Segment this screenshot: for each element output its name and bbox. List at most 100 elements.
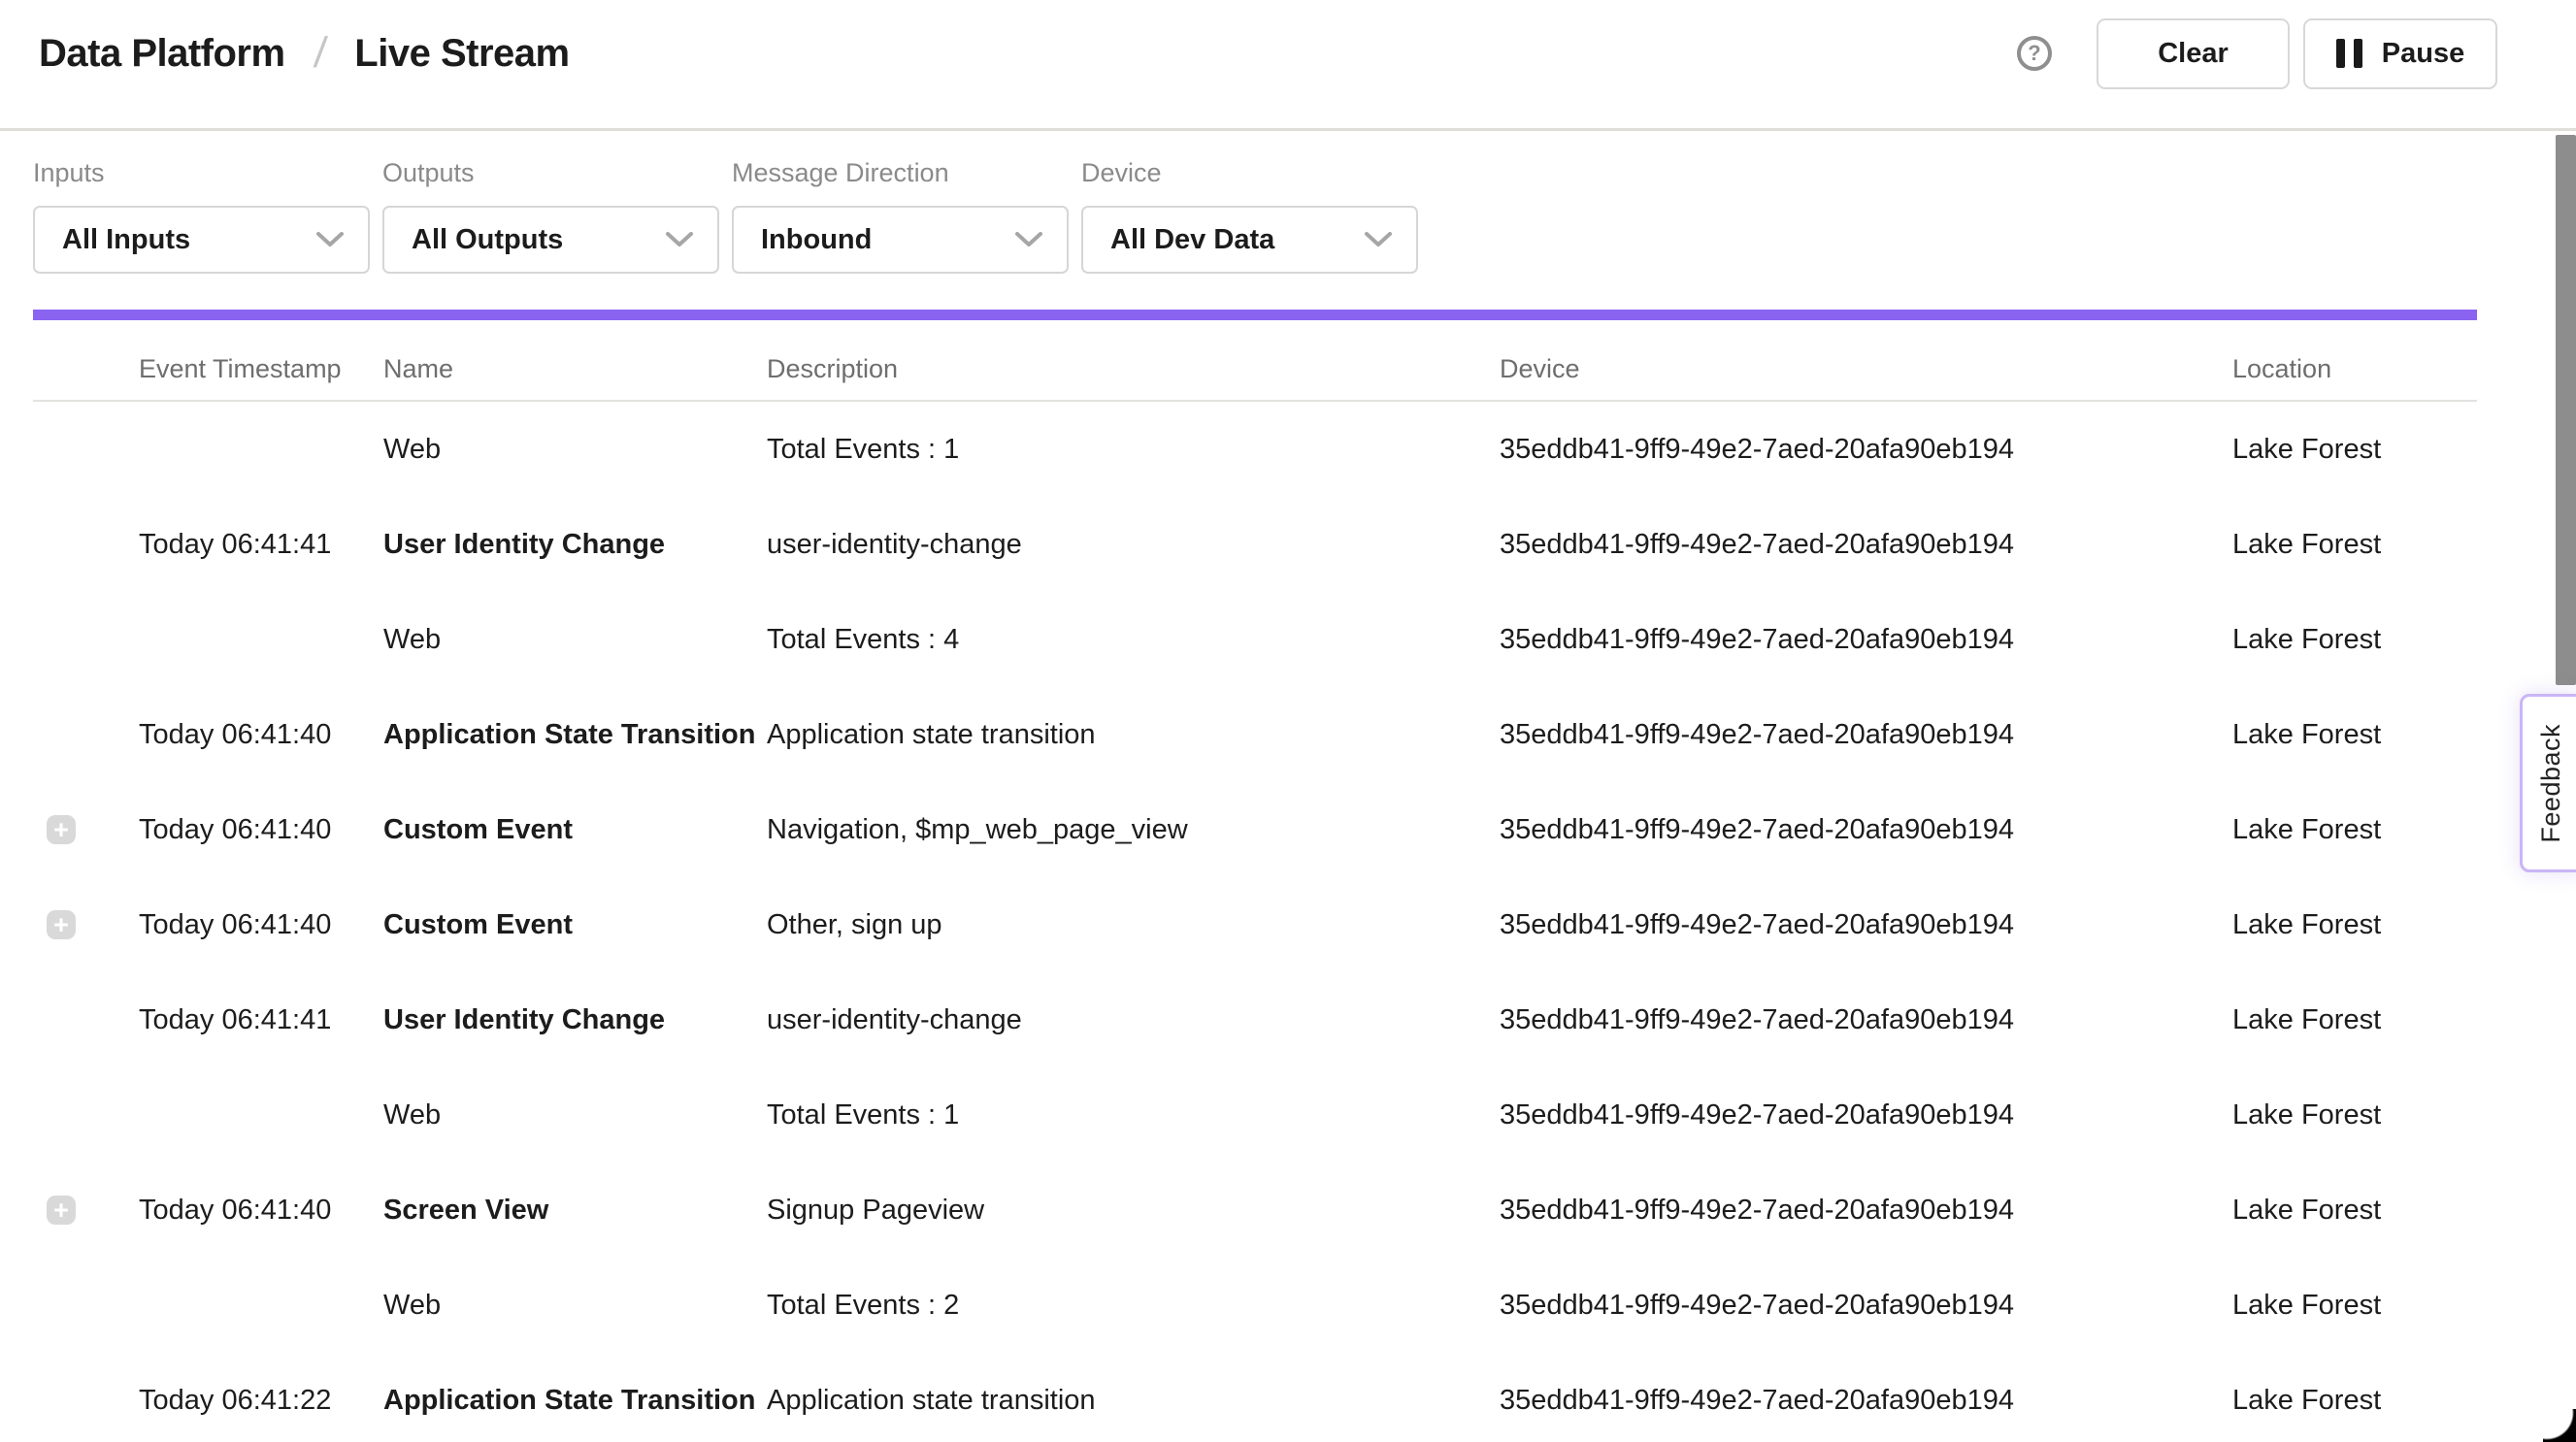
table-row[interactable]: + Web Total Events : 1 35eddb41-9ff9-49e… [33, 402, 2477, 497]
table-header: Event Timestamp Name Description Device … [33, 320, 2477, 402]
event-description: Application state transition [767, 1385, 1500, 1417]
outputs-dropdown[interactable]: All Outputs [382, 206, 719, 274]
filter-outputs-label: Outputs [382, 158, 719, 188]
column-event-timestamp: Event Timestamp [139, 354, 383, 384]
event-description: user-identity-change [767, 529, 1500, 561]
event-device: 35eddb41-9ff9-49e2-7aed-20afa90eb194 [1500, 529, 2232, 561]
inputs-dropdown-value: All Inputs [62, 224, 190, 256]
event-name: Web [383, 434, 767, 466]
event-description: Navigation, $mp_web_page_view [767, 814, 1500, 846]
event-name: User Identity Change [383, 529, 767, 561]
event-name: Web [383, 1290, 767, 1322]
event-device: 35eddb41-9ff9-49e2-7aed-20afa90eb194 [1500, 909, 2232, 941]
event-location: Lake Forest [2232, 434, 2477, 466]
help-icon[interactable]: ? [2017, 36, 2052, 71]
event-device: 35eddb41-9ff9-49e2-7aed-20afa90eb194 [1500, 814, 2232, 846]
message-direction-dropdown-value: Inbound [761, 224, 872, 256]
chevron-down-icon [1364, 231, 1393, 248]
device-dropdown-value: All Dev Data [1110, 224, 1274, 256]
pause-button[interactable]: Pause [2303, 18, 2497, 89]
chevron-down-icon [1014, 231, 1043, 248]
expand-row-button[interactable]: + [47, 1196, 76, 1225]
event-description: Other, sign up [767, 909, 1500, 941]
breadcrumb: Data Platform / Live Stream [39, 29, 570, 78]
table-row[interactable]: + Web Total Events : 4 35eddb41-9ff9-49e… [33, 592, 2477, 687]
event-location: Lake Forest [2232, 1385, 2477, 1417]
device-dropdown[interactable]: All Dev Data [1081, 206, 1418, 274]
event-location: Lake Forest [2232, 1290, 2477, 1322]
event-timestamp: Today 06:41:41 [139, 1004, 383, 1036]
column-name: Name [383, 354, 767, 384]
event-timestamp: Today 06:41:41 [139, 529, 383, 561]
top-bar: Data Platform / Live Stream ? Clear Paus… [0, 0, 2576, 131]
event-description: Total Events : 1 [767, 1099, 1500, 1131]
outputs-dropdown-value: All Outputs [412, 224, 563, 256]
column-device: Device [1500, 354, 2232, 384]
pause-button-label: Pause [2382, 38, 2464, 70]
event-location: Lake Forest [2232, 1099, 2477, 1131]
event-name: Custom Event [383, 814, 767, 846]
clear-button-label: Clear [2158, 38, 2229, 70]
event-timestamp: Today 06:41:40 [139, 909, 383, 941]
event-device: 35eddb41-9ff9-49e2-7aed-20afa90eb194 [1500, 624, 2232, 656]
event-name: Web [383, 624, 767, 656]
event-name: Screen View [383, 1195, 767, 1227]
event-location: Lake Forest [2232, 1195, 2477, 1227]
event-device: 35eddb41-9ff9-49e2-7aed-20afa90eb194 [1500, 719, 2232, 751]
accent-divider [33, 310, 2477, 320]
event-device: 35eddb41-9ff9-49e2-7aed-20afa90eb194 [1500, 434, 2232, 466]
event-device: 35eddb41-9ff9-49e2-7aed-20afa90eb194 [1500, 1385, 2232, 1417]
table-row[interactable]: + Today 06:41:22 Application State Trans… [33, 1353, 2477, 1442]
table-row[interactable]: + Today 06:41:40 Screen View Signup Page… [33, 1163, 2477, 1258]
event-description: Total Events : 2 [767, 1290, 1500, 1322]
event-name: Web [383, 1099, 767, 1131]
filter-message-direction: Message Direction Inbound [732, 158, 1069, 274]
table-row[interactable]: + Today 06:41:40 Application State Trans… [33, 687, 2477, 782]
message-direction-dropdown[interactable]: Inbound [732, 206, 1069, 274]
table-row[interactable]: + Today 06:41:41 User Identity Change us… [33, 972, 2477, 1067]
column-description: Description [767, 354, 1500, 384]
event-name: Application State Transition [383, 1385, 767, 1417]
feedback-tab[interactable]: Feedback [2520, 694, 2576, 872]
vertical-scrollbar[interactable] [2556, 135, 2576, 685]
live-stream-table: Event Timestamp Name Description Device … [33, 320, 2477, 1442]
filter-message-direction-label: Message Direction [732, 158, 1069, 188]
filter-device: Device All Dev Data [1081, 158, 1418, 274]
event-description: Signup Pageview [767, 1195, 1500, 1227]
breadcrumb-parent[interactable]: Data Platform [39, 32, 285, 76]
table-row[interactable]: + Today 06:41:40 Custom Event Navigation… [33, 782, 2477, 877]
table-row[interactable]: + Today 06:41:40 Custom Event Other, sig… [33, 877, 2477, 972]
filter-inputs-label: Inputs [33, 158, 370, 188]
event-location: Lake Forest [2232, 814, 2477, 846]
event-location: Lake Forest [2232, 1004, 2477, 1036]
topbar-actions: ? Clear Pause [2017, 18, 2497, 89]
table-row[interactable]: + Web Total Events : 2 35eddb41-9ff9-49e… [33, 1258, 2477, 1353]
chevron-down-icon [665, 231, 694, 248]
event-name: Custom Event [383, 909, 767, 941]
clear-button[interactable]: Clear [2097, 18, 2290, 89]
event-description: Total Events : 1 [767, 434, 1500, 466]
table-row[interactable]: + Today 06:41:41 User Identity Change us… [33, 497, 2477, 592]
expand-row-button[interactable]: + [47, 815, 76, 844]
feedback-tab-label: Feedback [2536, 724, 2566, 843]
table-row[interactable]: + Web Total Events : 1 35eddb41-9ff9-49e… [33, 1067, 2477, 1163]
filter-device-label: Device [1081, 158, 1418, 188]
breadcrumb-separator-icon: / [312, 29, 328, 78]
pause-icon [2336, 39, 2362, 68]
expand-row-button[interactable]: + [47, 910, 76, 939]
filter-bar: Inputs All Inputs Outputs All Outputs Me… [0, 131, 2576, 274]
event-device: 35eddb41-9ff9-49e2-7aed-20afa90eb194 [1500, 1004, 2232, 1036]
event-timestamp: Today 06:41:22 [139, 1385, 383, 1417]
event-device: 35eddb41-9ff9-49e2-7aed-20afa90eb194 [1500, 1099, 2232, 1131]
filter-outputs: Outputs All Outputs [382, 158, 719, 274]
event-description: Application state transition [767, 719, 1500, 751]
table-body: + Web Total Events : 1 35eddb41-9ff9-49e… [33, 402, 2477, 1442]
event-device: 35eddb41-9ff9-49e2-7aed-20afa90eb194 [1500, 1195, 2232, 1227]
window-corner [2543, 1409, 2576, 1442]
filter-inputs: Inputs All Inputs [33, 158, 370, 274]
event-timestamp: Today 06:41:40 [139, 814, 383, 846]
event-description: Total Events : 4 [767, 624, 1500, 656]
event-location: Lake Forest [2232, 529, 2477, 561]
inputs-dropdown[interactable]: All Inputs [33, 206, 370, 274]
event-location: Lake Forest [2232, 909, 2477, 941]
